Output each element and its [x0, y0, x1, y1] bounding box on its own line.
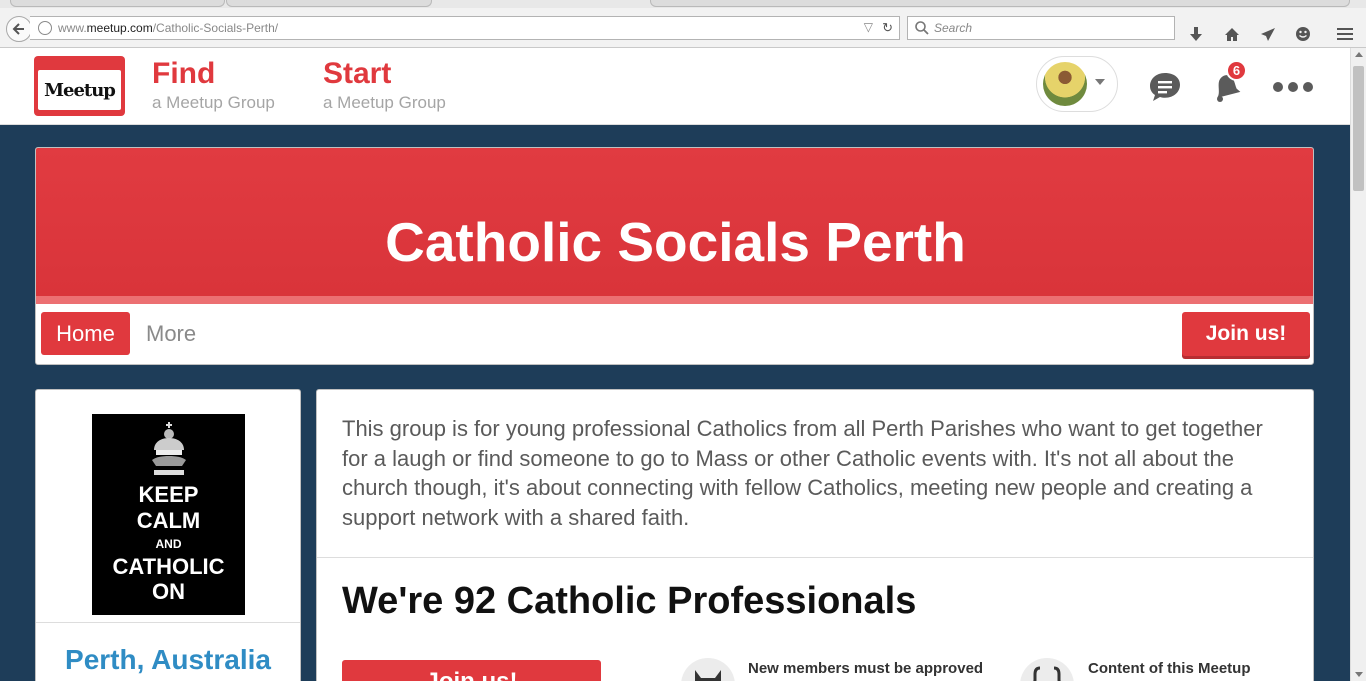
divider	[36, 622, 300, 623]
browser-tab[interactable]	[10, 0, 225, 7]
join-us-button-secondary[interactable]: Join us!	[342, 660, 601, 681]
poster-line: KEEP	[138, 482, 199, 507]
browser-tab[interactable]	[650, 0, 1350, 7]
url-text: www.meetup.com/Catholic-Socials-Perth/	[58, 21, 279, 35]
back-button[interactable]	[6, 16, 32, 42]
crown-icon	[152, 422, 186, 475]
globe-icon	[38, 21, 52, 35]
join-us-button[interactable]: Join us!	[1182, 312, 1310, 356]
search-placeholder: Search	[934, 21, 973, 35]
poster-line: AND	[155, 537, 182, 551]
search-icon	[915, 21, 929, 35]
browser-tab-strip	[0, 0, 1366, 8]
more-options-icon[interactable]	[1272, 70, 1314, 104]
site-header: Meetup Find a Meetup Group Start a Meetu…	[0, 48, 1350, 125]
group-banner-card: Catholic Socials Perth Home More Join us…	[35, 147, 1314, 365]
smiley-icon[interactable]	[1292, 23, 1314, 45]
menu-icon[interactable]	[1334, 23, 1356, 45]
group-main-card: This group is for young professional Cat…	[316, 389, 1314, 681]
history-dropdown-icon[interactable]: ▽	[864, 20, 873, 34]
messages-icon[interactable]	[1148, 70, 1182, 104]
approval-note: New members must be approved	[748, 660, 984, 677]
group-sidebar: KEEP CALM AND CATHOLIC ON Perth, Austral…	[35, 389, 301, 681]
find-label: Find	[152, 57, 216, 90]
find-group-link[interactable]: Find a Meetup Group	[152, 56, 275, 114]
browser-toolbar: www.meetup.com/Catholic-Socials-Perth/ ▽…	[0, 8, 1366, 48]
poster-text: KEEP CALM AND CATHOLIC ON	[92, 482, 245, 604]
poster-line: ON	[152, 579, 185, 604]
scroll-down-icon[interactable]	[1355, 672, 1363, 677]
send-icon[interactable]	[1257, 23, 1279, 45]
scrollbar-thumb[interactable]	[1353, 66, 1364, 191]
divider	[317, 557, 1313, 558]
address-bar[interactable]: www.meetup.com/Catholic-Socials-Perth/ ▽…	[30, 16, 900, 40]
notification-count-badge: 6	[1226, 60, 1247, 81]
content-icon	[1020, 658, 1074, 681]
group-nav: Home More Join us!	[36, 304, 1313, 364]
start-sublabel: a Meetup Group	[323, 93, 446, 112]
approval-icon	[681, 658, 735, 681]
avatar	[1043, 62, 1087, 106]
reload-icon[interactable]: ↻	[882, 20, 893, 36]
browser-tab[interactable]	[226, 0, 432, 7]
poster-line: CALM	[136, 508, 201, 533]
back-arrow-icon	[12, 23, 24, 35]
home-icon[interactable]	[1221, 23, 1243, 45]
group-description: This group is for young professional Cat…	[342, 416, 1263, 530]
page-scrollbar[interactable]	[1350, 48, 1366, 681]
profile-menu-button[interactable]	[1036, 56, 1118, 112]
group-page: Catholic Socials Perth Home More Join us…	[0, 125, 1350, 681]
chevron-down-icon	[1095, 79, 1105, 85]
tab-home[interactable]: Home	[41, 312, 130, 355]
group-banner: Catholic Socials Perth	[36, 148, 1313, 304]
start-group-link[interactable]: Start a Meetup Group	[323, 56, 446, 114]
group-location-link[interactable]: Perth, Australia	[36, 644, 300, 676]
find-sublabel: a Meetup Group	[152, 93, 275, 112]
meetup-logo[interactable]: Meetup	[34, 56, 125, 116]
tab-more[interactable]: More	[146, 312, 196, 355]
start-label: Start	[323, 57, 392, 90]
group-title: Catholic Socials Perth	[385, 211, 966, 273]
group-photo[interactable]: KEEP CALM AND CATHOLIC ON	[92, 414, 245, 615]
logo-text: Meetup	[38, 70, 121, 110]
browser-search-input[interactable]: Search	[907, 16, 1175, 40]
members-heading: We're 92 Catholic Professionals	[342, 580, 917, 622]
download-icon[interactable]	[1185, 23, 1207, 45]
poster-line: CATHOLIC	[112, 554, 225, 579]
scroll-up-icon[interactable]	[1355, 52, 1363, 57]
content-note: Content of this Meetup	[1088, 660, 1251, 677]
